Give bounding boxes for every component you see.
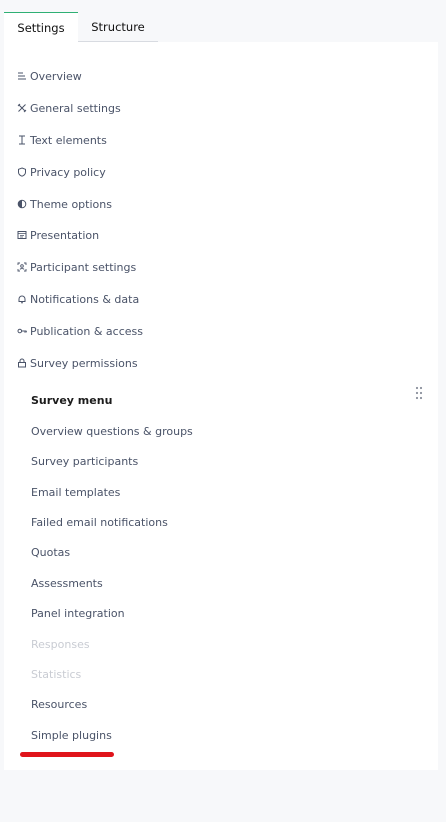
menu-item-email-templates[interactable]: Email templates: [31, 486, 120, 499]
nav-item-notifications-data[interactable]: Notifications & data: [16, 290, 139, 308]
nav-item-privacy-policy[interactable]: Privacy policy: [16, 163, 106, 181]
text-cursor-icon: [16, 135, 27, 146]
menu-item-statistics: Statistics: [31, 668, 82, 681]
menu-item-responses: Responses: [31, 638, 90, 651]
menu-item-survey-participants[interactable]: Survey participants: [31, 455, 138, 468]
tab-bar: Settings Structure: [4, 12, 158, 42]
nav-item-label: Survey permissions: [30, 356, 138, 370]
nav-item-label: Overview: [30, 69, 82, 83]
survey-menu-title: Survey menu: [31, 394, 113, 407]
lock-icon: [16, 358, 27, 369]
menu-item-failed-email-notifications[interactable]: Failed email notifications: [31, 516, 168, 529]
menu-item-overview-questions-groups[interactable]: Overview questions & groups: [31, 425, 193, 438]
nav-item-label: Publication & access: [30, 324, 144, 338]
menu-item-quotas[interactable]: Quotas: [31, 546, 70, 559]
nav-item-label: Presentation: [30, 228, 100, 242]
presentation-icon: [16, 230, 27, 241]
nav-item-label: Notifications & data: [30, 292, 140, 306]
tools-icon: [16, 103, 27, 114]
nav-item-general-settings[interactable]: General settings: [16, 99, 121, 117]
nav-item-presentation[interactable]: Presentation: [16, 226, 99, 244]
nav-item-theme-options[interactable]: Theme options: [16, 195, 112, 213]
key-icon: [16, 326, 27, 337]
nav-item-overview[interactable]: Overview: [16, 67, 82, 85]
menu-item-resources[interactable]: Resources: [31, 698, 87, 711]
nav-item-text-elements[interactable]: Text elements: [16, 131, 107, 149]
settings-panel: Overview General settings Text elements …: [4, 42, 438, 770]
menu-item-panel-integration[interactable]: Panel integration: [31, 607, 125, 620]
nav-item-label: Theme options: [30, 197, 112, 211]
participant-icon: [16, 262, 27, 273]
nav-item-publication-access[interactable]: Publication & access: [16, 322, 143, 340]
nav-item-survey-permissions[interactable]: Survey permissions: [16, 354, 138, 372]
nav-item-label: Text elements: [30, 133, 107, 147]
shield-icon: [16, 167, 27, 178]
annotation-underline: [20, 752, 114, 757]
tab-settings[interactable]: Settings: [4, 12, 78, 42]
menu-item-simple-plugins[interactable]: Simple plugins: [31, 729, 112, 742]
menu-item-assessments[interactable]: Assessments: [31, 577, 103, 590]
nav-item-label: Participant settings: [30, 260, 137, 274]
nav-item-participant-settings[interactable]: Participant settings: [16, 258, 136, 276]
nav-item-label: Privacy policy: [30, 165, 106, 179]
drag-handle-icon[interactable]: [415, 385, 423, 400]
bell-icon: [16, 294, 27, 305]
tab-structure[interactable]: Structure: [78, 12, 158, 42]
list-icon: [16, 71, 27, 82]
nav-item-label: General settings: [30, 101, 121, 115]
contrast-icon: [16, 199, 27, 210]
